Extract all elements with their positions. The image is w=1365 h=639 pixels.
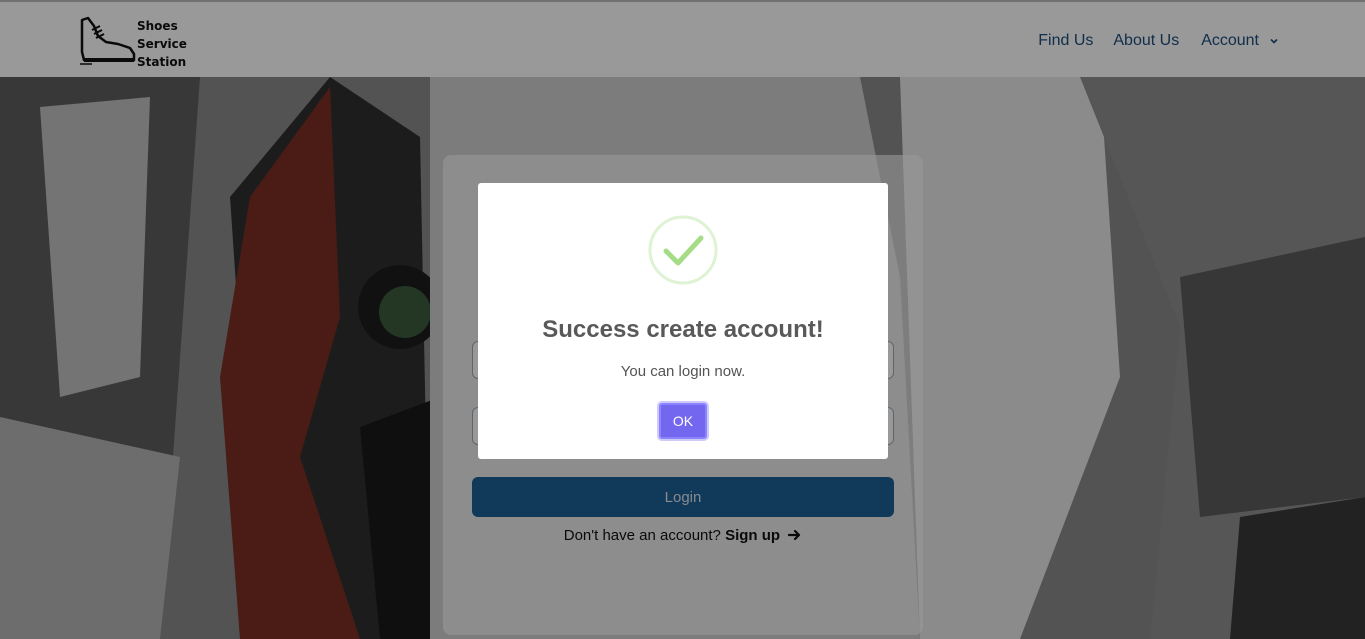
success-check-icon [648, 215, 718, 285]
page: Shoes Service Station Find Us About Us A… [0, 0, 1365, 639]
modal-message: You can login now. [620, 363, 746, 380]
ok-button[interactable]: OK [659, 403, 707, 439]
success-modal: Success create account! You can login no… [478, 183, 888, 459]
modal-title: Success create account! [542, 316, 824, 343]
